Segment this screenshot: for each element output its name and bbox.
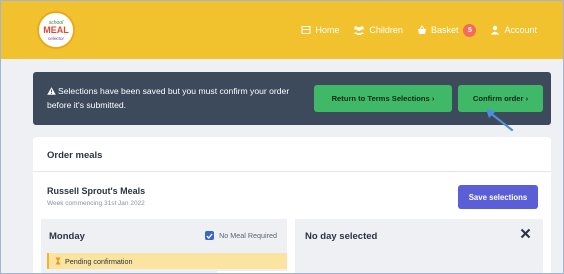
no-day-selected-label: No day selected — [305, 231, 378, 242]
no-meal-checkbox[interactable] — [205, 231, 215, 240]
basket-icon — [417, 25, 426, 34]
nav-account-label: Account — [504, 25, 537, 35]
card-divider — [33, 171, 551, 172]
nav-basket-label: Basket — [430, 25, 459, 35]
nav-home-label: Home — [315, 25, 340, 35]
day-panel-monday[interactable]: Monday No Meal Required Pending confirma… — [41, 219, 354, 273]
child-meals-title: Russell Sprout's Meals — [47, 186, 146, 196]
close-icon[interactable] — [520, 228, 531, 239]
nav-account[interactable]: Account — [490, 25, 537, 35]
pending-label: Pending confirmation — [65, 256, 133, 266]
save-selections-button[interactable]: Save selections — [458, 185, 538, 209]
week-commencing-label: Week commencing 31st Jan 2022 — [47, 200, 145, 207]
app-window: school MEAL selector Home Children Baske… — [0, 0, 564, 274]
alert-message-row: Selections have been saved but you must … — [47, 84, 312, 112]
return-to-terms-button[interactable]: Return to Terms Selections › — [314, 85, 452, 112]
nav-children[interactable]: Children — [353, 25, 403, 35]
home-icon — [301, 26, 311, 34]
hourglass-icon — [55, 257, 61, 265]
pointer-arrow-icon — [486, 109, 514, 132]
warning-icon — [47, 87, 56, 95]
basket-count-badge: 5 — [463, 23, 477, 37]
svg-text:MEAL: MEAL — [43, 25, 69, 35]
alert-message: Selections have been saved but you must … — [47, 86, 290, 110]
card-title: Order meals — [47, 150, 103, 161]
no-meal-label: No Meal Required — [219, 231, 277, 240]
svg-text:selector: selector — [48, 36, 65, 41]
confirmation-alert: Selections have been saved but you must … — [33, 72, 551, 125]
nav-home[interactable]: Home — [301, 25, 339, 35]
order-meals-card: Order meals Russell Sprout's Meals Week … — [33, 137, 551, 273]
day-detail-panel: No day selected — [295, 219, 543, 273]
account-icon — [491, 25, 500, 35]
pending-status-badge: Pending confirmation — [47, 253, 287, 269]
no-meal-required-toggle[interactable]: No Meal Required — [205, 231, 277, 240]
top-navbar: school MEAL selector Home Children Baske… — [1, 1, 563, 59]
main-nav: Home Children Basket 5 Account — [301, 1, 537, 59]
nav-children-label: Children — [369, 25, 403, 35]
children-icon — [354, 26, 365, 35]
day-name: Monday — [49, 231, 85, 242]
nav-basket[interactable]: Basket 5 — [417, 23, 477, 37]
check-icon — [206, 232, 213, 239]
school-meal-selector-logo[interactable]: school MEAL selector — [37, 11, 75, 49]
